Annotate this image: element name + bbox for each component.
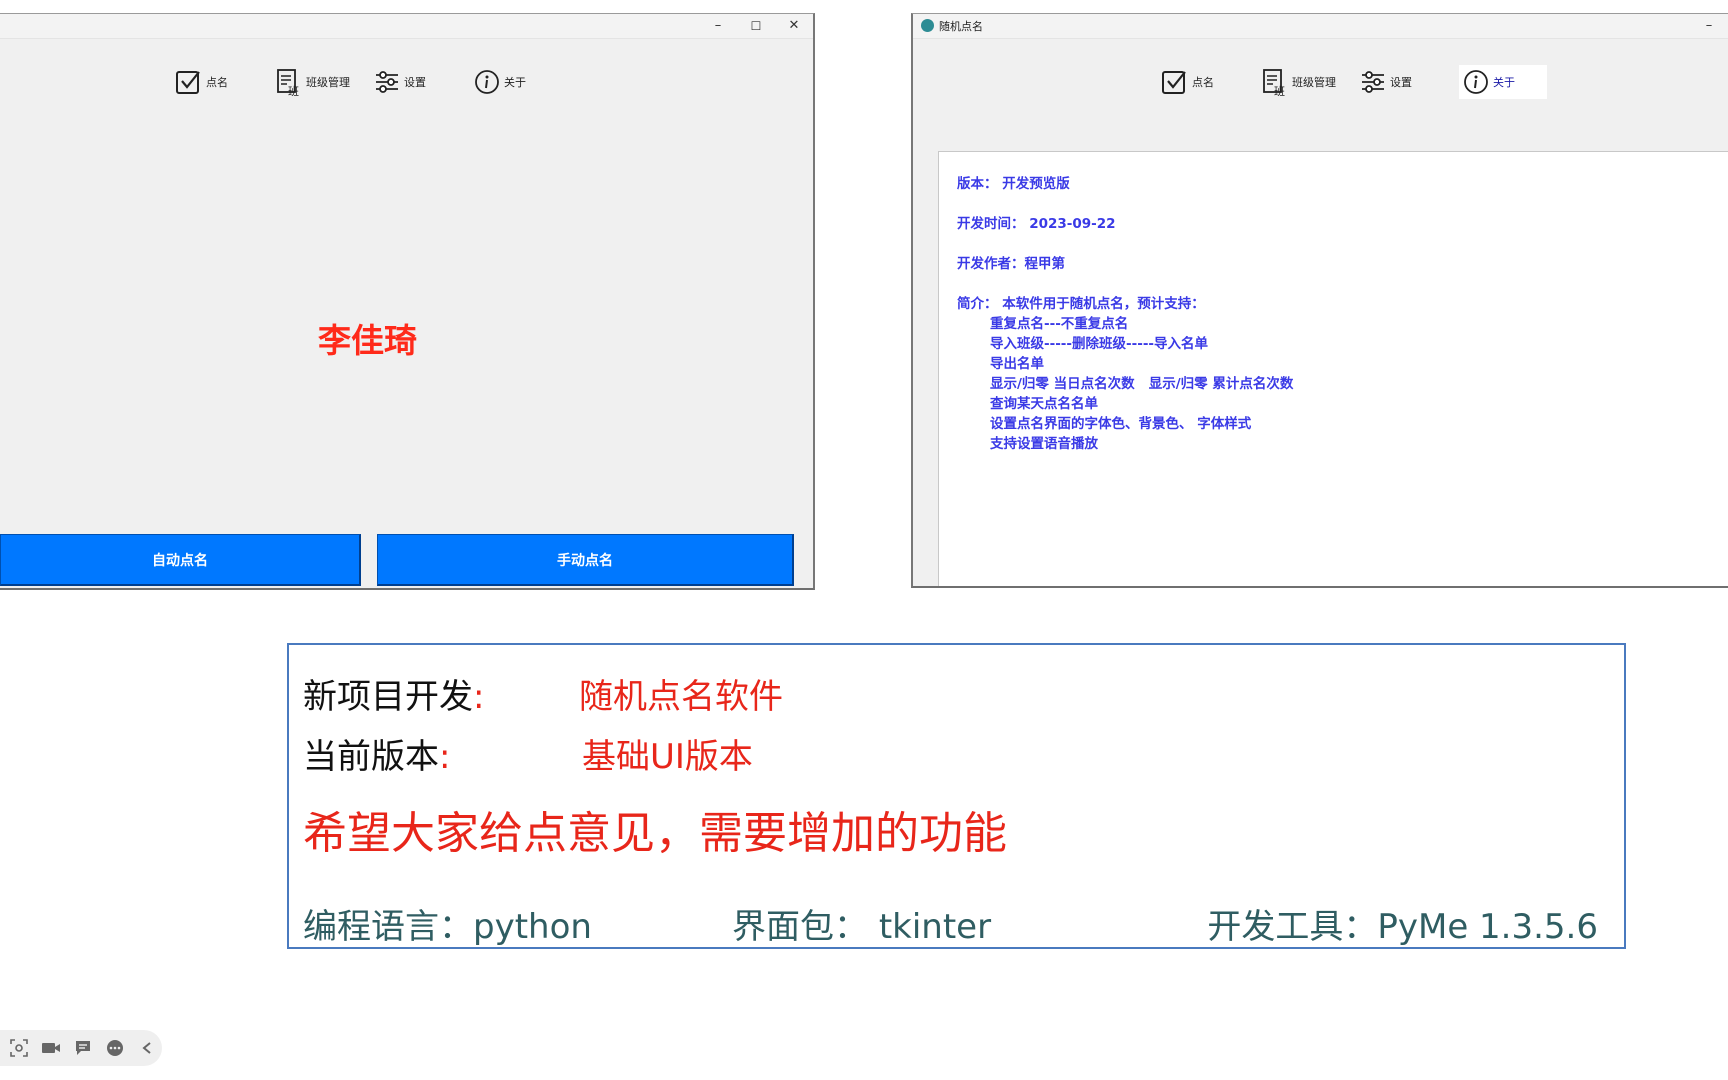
- project-value: 随机点名软件: [579, 677, 783, 717]
- tab-label: 班级管理: [306, 76, 350, 89]
- tab-rollcall[interactable]: 点名: [174, 65, 228, 99]
- sliders-icon: [374, 69, 400, 95]
- tab-about[interactable]: 关于: [1459, 65, 1547, 99]
- date-row: 开发时间： 2023-09-22: [957, 212, 1116, 232]
- dev-tool-row: 开发工具：PyMe 1.3.5.6: [1207, 899, 1598, 948]
- language-row: 编程语言：python: [303, 899, 592, 948]
- window-title: 随机点名: [939, 20, 983, 33]
- ui-toolkit-value: tkinter: [878, 907, 992, 947]
- checkbox-icon: [174, 68, 202, 96]
- tab-label: 关于: [1493, 76, 1515, 89]
- feature-item: 设置点名界面的字体色、背景色、 字体样式: [990, 416, 1252, 432]
- called-student-name: 李佳琦: [318, 321, 417, 360]
- minimize-button[interactable]: –: [1690, 14, 1728, 38]
- feature-item: 显示/归零 当日点名次数 显示/归零 累计点名次数: [990, 376, 1294, 392]
- current-version-value: 基础UI版本: [582, 737, 753, 777]
- intro-text: 本软件用于随机点名，预计支持：: [1002, 296, 1205, 312]
- project-label: 新项目开发: [303, 677, 473, 717]
- about-window: 随机点名 – 点名 班 班级管理 设置 关于 版本： 开发预览版 开发时间： 2…: [911, 13, 1728, 588]
- date-label: 开发时间：: [957, 216, 1025, 232]
- class-list-icon: 班: [276, 68, 302, 96]
- project-colon: :: [473, 677, 485, 717]
- close-button[interactable]: ✕: [775, 14, 813, 38]
- feature-item: 支持设置语音播放: [990, 436, 1098, 452]
- version-label: 版本：: [957, 176, 998, 192]
- project-info-box: 新项目开发: 随机点名软件 当前版本: 基础UI版本 希望大家给点意见，需要增加…: [287, 643, 1626, 949]
- recorder-toolbar: [0, 1030, 162, 1066]
- checkbox-icon: [1160, 68, 1188, 96]
- ui-toolkit-label: 界面包：: [732, 907, 868, 947]
- project-row: 新项目开发:: [303, 669, 484, 718]
- tab-label: 设置: [404, 76, 426, 89]
- class-list-icon: 班: [1262, 68, 1288, 96]
- ui-toolkit-row: 界面包： tkinter: [732, 899, 991, 948]
- tab-label: 设置: [1390, 76, 1412, 89]
- tab-label: 点名: [1192, 76, 1214, 89]
- version-row: 当前版本:: [303, 729, 450, 778]
- tab-rollcall[interactable]: 点名: [1160, 65, 1214, 99]
- version-colon: :: [439, 737, 451, 777]
- collapse-icon[interactable]: [136, 1038, 157, 1059]
- feedback-request: 希望大家给点意见，需要增加的功能: [303, 808, 1007, 859]
- current-version-label: 当前版本: [303, 737, 439, 777]
- intro-label: 简介：: [957, 296, 998, 312]
- author-row: 开发作者：程甲第: [957, 252, 1065, 272]
- tab-label: 点名: [206, 76, 228, 89]
- tab-class-management[interactable]: 班 班级管理: [1262, 65, 1336, 99]
- about-panel: 版本： 开发预览版 开发时间： 2023-09-22 开发作者：程甲第 简介： …: [938, 151, 1728, 586]
- author-value: 程甲第: [1024, 256, 1066, 272]
- more-icon[interactable]: [104, 1038, 125, 1059]
- minimize-button[interactable]: –: [699, 14, 737, 38]
- intro-row: 简介： 本软件用于随机点名，预计支持：: [957, 292, 1205, 312]
- info-icon: [474, 69, 500, 95]
- info-icon: [1463, 69, 1489, 95]
- toolbar: 点名 班 班级管理 设置 关于: [0, 65, 815, 99]
- toolbar: 点名 班 班级管理 设置 关于: [913, 65, 1728, 99]
- screenshot-icon[interactable]: [8, 1038, 29, 1059]
- language-value: python: [473, 907, 592, 947]
- feature-item: 导入班级-----删除班级-----导入名单: [990, 336, 1209, 352]
- tab-settings[interactable]: 设置: [1360, 65, 1412, 99]
- tab-class-management[interactable]: 班 班级管理: [276, 65, 350, 99]
- feature-item: 导出名单: [990, 356, 1044, 372]
- tab-label: 班级管理: [1292, 76, 1336, 89]
- feature-item: 查询某天点名名单: [990, 396, 1098, 412]
- manual-rollcall-button[interactable]: 手动点名: [377, 534, 794, 586]
- title-bar: – ☐ ✕: [0, 14, 813, 39]
- version-row: 版本： 开发预览版: [957, 172, 1070, 192]
- sliders-icon: [1360, 69, 1386, 95]
- title-bar: 随机点名 –: [913, 14, 1728, 39]
- auto-rollcall-button[interactable]: 自动点名: [0, 534, 361, 586]
- tab-label: 关于: [504, 76, 526, 89]
- main-window: – ☐ ✕ 点名 班 班级管理 设置 关于 李佳琦 自动点名 手动点名: [0, 13, 815, 590]
- app-logo-icon: [921, 19, 934, 32]
- chat-icon[interactable]: [72, 1038, 93, 1059]
- maximize-button[interactable]: ☐: [737, 14, 775, 38]
- version-value: 开发预览版: [1002, 176, 1070, 192]
- svg-text:班: 班: [1274, 85, 1285, 96]
- dev-tool-label: 开发工具：: [1207, 907, 1378, 947]
- tab-about[interactable]: 关于: [474, 65, 526, 99]
- camera-icon[interactable]: [40, 1038, 61, 1059]
- tab-settings[interactable]: 设置: [374, 65, 426, 99]
- feature-item: 重复点名---不重复点名: [990, 316, 1129, 332]
- date-value: 2023-09-22: [1029, 216, 1116, 232]
- dev-tool-value: PyMe 1.3.5.6: [1377, 907, 1598, 947]
- language-label: 编程语言：: [303, 907, 473, 947]
- author-label: 开发作者：: [957, 256, 1025, 272]
- svg-text:班: 班: [288, 85, 299, 96]
